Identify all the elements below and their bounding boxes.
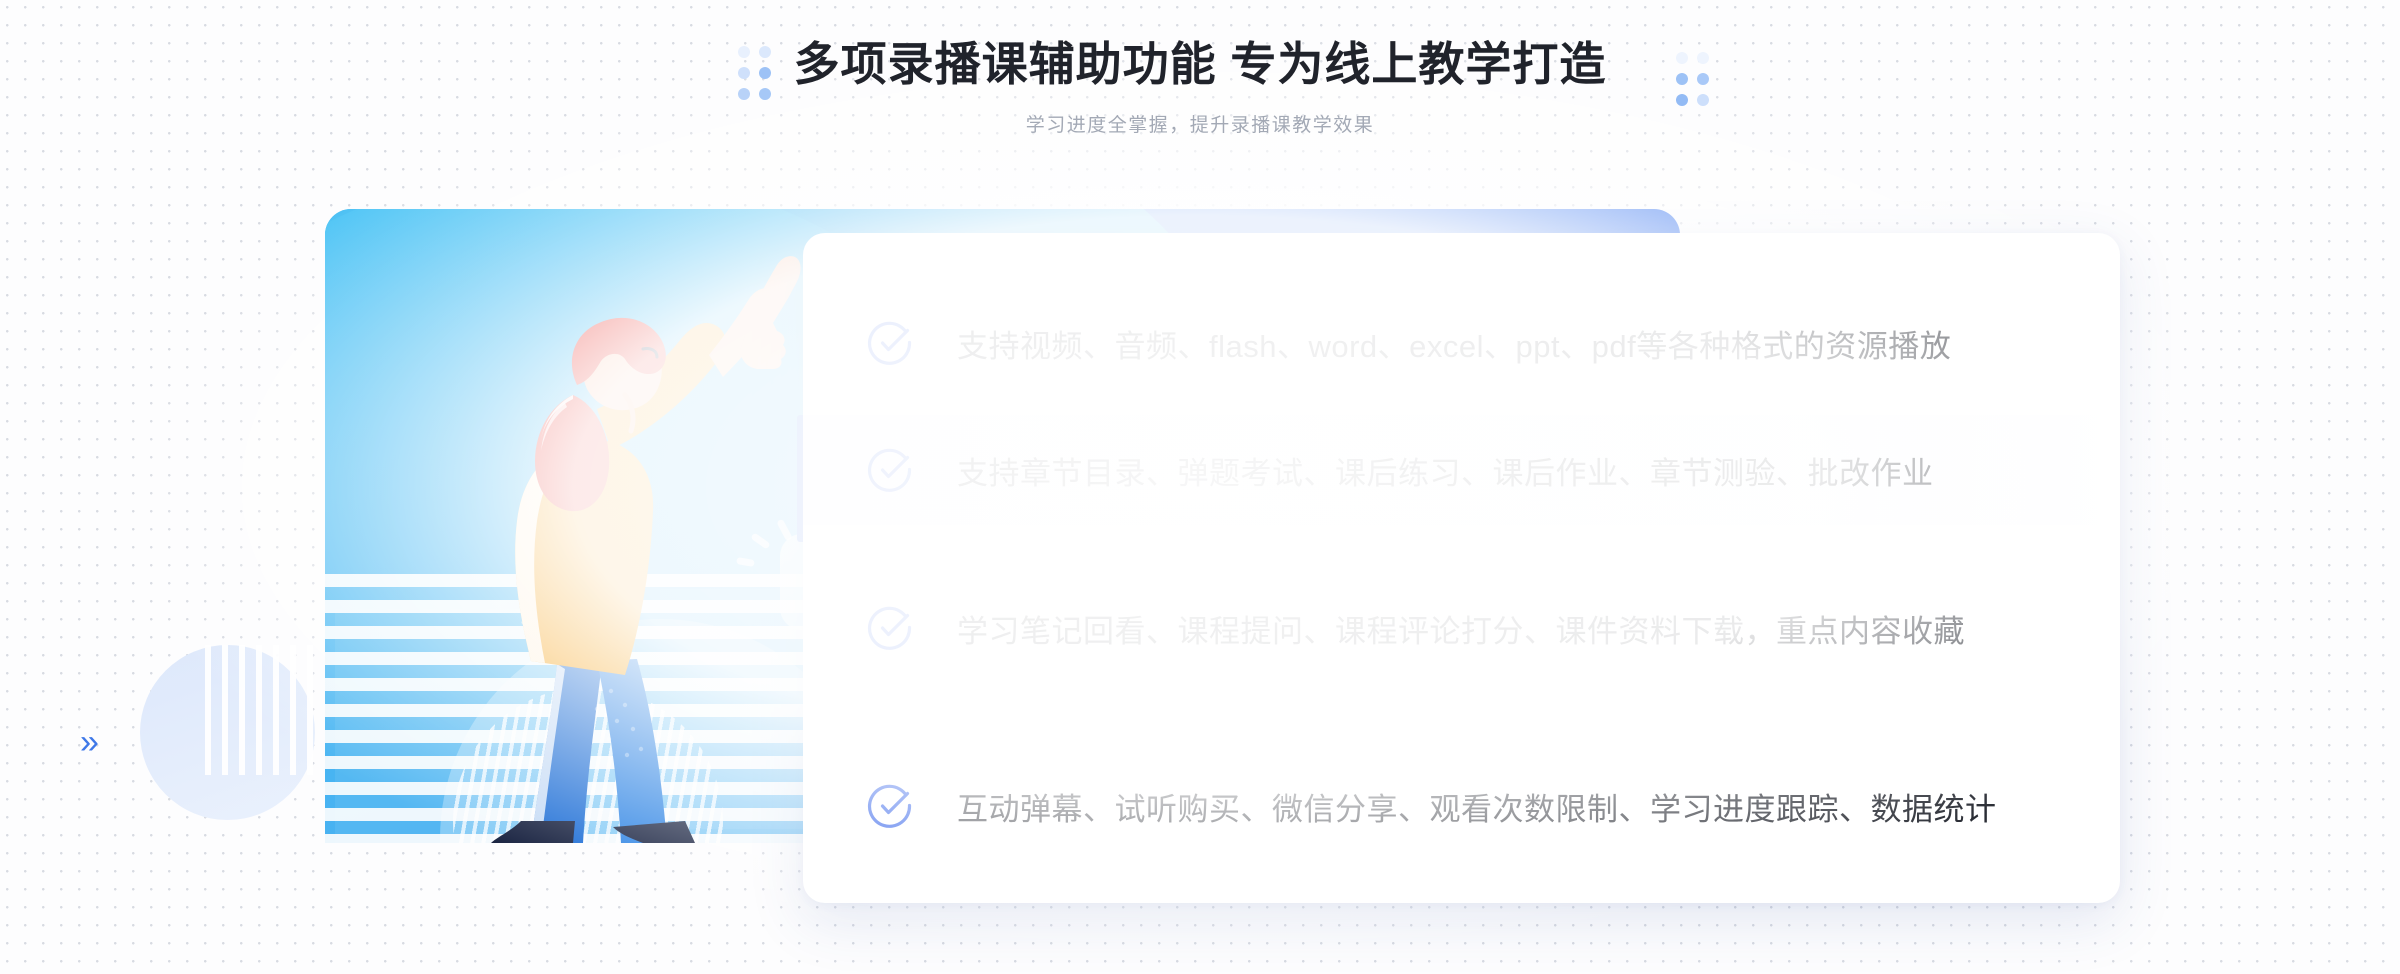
chevron-right-icon: » bbox=[80, 723, 99, 761]
decor-dot bbox=[1697, 73, 1709, 85]
decor-stripes-outer bbox=[205, 645, 315, 775]
page-header: 多项录播课辅助功能 专为线上教学打造 学习进度全掌握，提升录播课教学效果 bbox=[0, 0, 2400, 160]
decor-dot bbox=[1676, 94, 1688, 106]
feature-row[interactable]: 支持视频、音频、flash、word、excel、ppt、pdf等各种格式的资源… bbox=[803, 288, 2120, 398]
feature-label: 互动弹幕、试听购买、微信分享、观看次数限制、学习进度跟踪、数据统计 bbox=[957, 791, 1997, 827]
decor-dot bbox=[1676, 52, 1688, 64]
page-subtitle: 学习进度全掌握，提升录播课教学效果 bbox=[1025, 115, 1375, 136]
decor-dot bbox=[738, 88, 750, 100]
decor-dot bbox=[1697, 94, 1709, 106]
feature-row[interactable]: 互动弹幕、试听购买、微信分享、观看次数限制、学习进度跟踪、数据统计 bbox=[803, 751, 2120, 861]
decor-dot bbox=[1697, 52, 1709, 64]
page-root: « bbox=[0, 0, 2400, 974]
decor-dot bbox=[759, 88, 771, 100]
decor-dot bbox=[738, 67, 750, 79]
check-circle-icon bbox=[867, 319, 915, 367]
feature-label: 支持视频、音频、flash、word、excel、ppt、pdf等各种格式的资源… bbox=[957, 328, 1952, 364]
feature-label: 学习笔记回看、课程提问、课程评论打分、课件资料下载，重点内容收藏 bbox=[957, 613, 1965, 649]
decor-dot-grid-left bbox=[738, 46, 771, 100]
check-circle-icon bbox=[867, 782, 915, 830]
decor-dot bbox=[1676, 73, 1688, 85]
decor-dot bbox=[759, 67, 771, 79]
feature-label: 支持章节目录、弹题考试、课后练习、课后作业、章节测验、批改作业 bbox=[957, 455, 1934, 491]
page-title: 多项录播课辅助功能 专为线上教学打造 bbox=[793, 38, 1607, 90]
feature-row[interactable]: 学习笔记回看、课程提问、课程评论打分、课件资料下载，重点内容收藏 bbox=[803, 573, 2120, 683]
feature-row[interactable]: 支持章节目录、弹题考试、课后练习、课后作业、章节测验、批改作业 bbox=[803, 415, 2120, 525]
decor-dot-grid-right bbox=[1676, 52, 1709, 106]
decor-dot bbox=[759, 46, 771, 58]
decor-dot bbox=[738, 46, 750, 58]
check-circle-icon bbox=[867, 446, 915, 494]
feature-list-card: 支持视频、音频、flash、word、excel、ppt、pdf等各种格式的资源… bbox=[803, 233, 2120, 903]
check-circle-icon bbox=[867, 604, 915, 652]
